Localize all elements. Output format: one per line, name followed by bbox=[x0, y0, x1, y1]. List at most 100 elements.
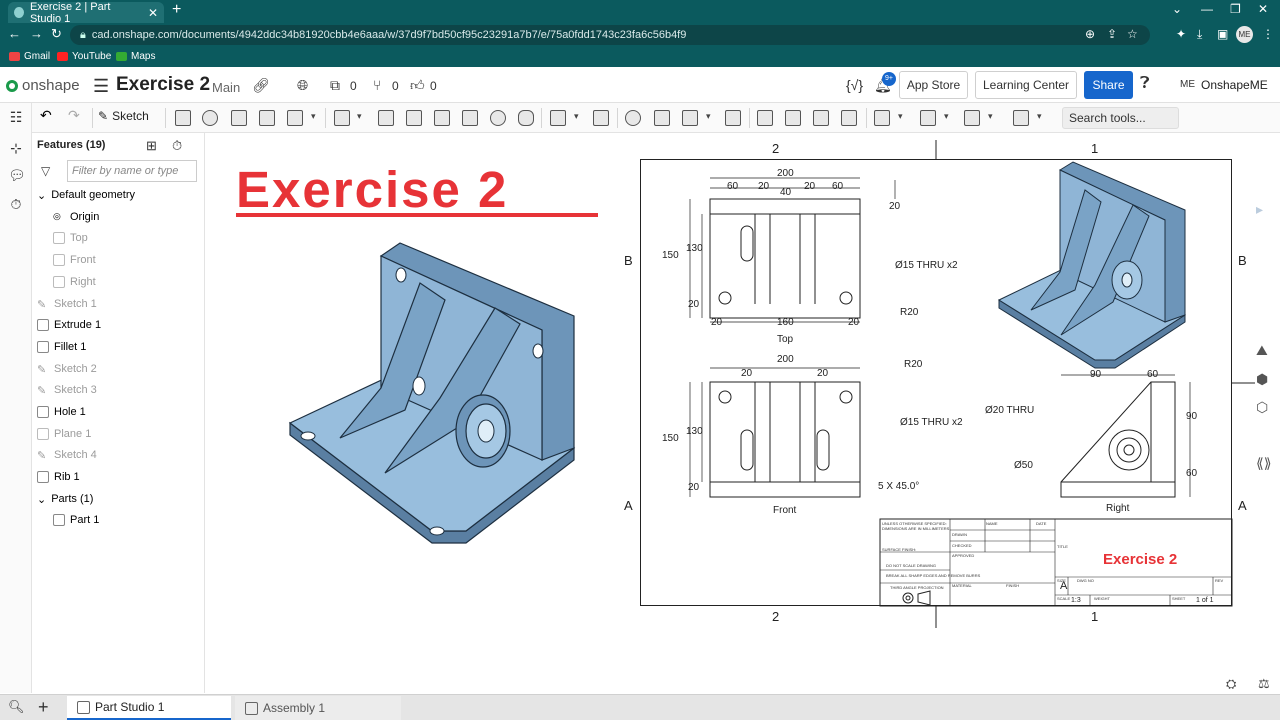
redo-icon[interactable]: ↷ bbox=[68, 107, 84, 123]
surface-icon[interactable] bbox=[964, 110, 980, 126]
fillet-icon[interactable] bbox=[334, 110, 350, 126]
thread-icon[interactable] bbox=[518, 110, 534, 126]
user-avatar[interactable]: ME bbox=[1180, 79, 1195, 90]
mirror-icon[interactable] bbox=[593, 110, 609, 126]
comments-icon[interactable]: 💬︎ bbox=[8, 167, 26, 183]
feature-item[interactable]: Extrude 1 bbox=[37, 315, 101, 335]
split-icon[interactable] bbox=[654, 110, 670, 126]
filter-icon[interactable]: ▽ bbox=[41, 164, 50, 178]
download-icon[interactable]: ⤓ bbox=[1197, 27, 1202, 42]
branches-icon[interactable]: ⑂ bbox=[373, 77, 381, 93]
bookmark-youtube[interactable]: YouTube bbox=[57, 51, 111, 62]
chevron-down-icon[interactable]: ▾ bbox=[898, 111, 903, 122]
plane-icon[interactable] bbox=[874, 110, 890, 126]
shell-icon[interactable] bbox=[462, 110, 478, 126]
rib-icon[interactable] bbox=[434, 110, 450, 126]
search-icon[interactable]: 🔍︎ bbox=[8, 699, 25, 715]
add-folder-icon[interactable]: ⊞ bbox=[146, 138, 157, 154]
reload-icon[interactable]: ↻ bbox=[51, 26, 62, 42]
mate-connector-icon[interactable] bbox=[920, 110, 936, 126]
transform-icon[interactable] bbox=[682, 110, 698, 126]
revolve-icon[interactable] bbox=[202, 110, 218, 126]
search-tools-input[interactable]: Search tools... altC bbox=[1062, 107, 1179, 145]
parts-group[interactable]: ⌄ Parts (1) bbox=[37, 489, 93, 509]
feature-item[interactable]: Hole 1 bbox=[37, 402, 86, 422]
extensions-icon[interactable]: ✦ bbox=[1176, 27, 1186, 41]
chevron-down-icon[interactable]: ⌄ bbox=[1172, 2, 1182, 16]
feature-item[interactable]: ✎ Sketch 2 bbox=[37, 359, 97, 379]
document-title[interactable]: Exercise 2 bbox=[116, 74, 210, 96]
versions-icon[interactable]: ⧉ bbox=[330, 77, 340, 94]
feature-item[interactable]: ◎ Origin bbox=[53, 207, 99, 227]
maximize-icon[interactable]: ❐ bbox=[1230, 2, 1241, 16]
part-item[interactable]: Part 1 bbox=[53, 510, 99, 530]
undo-icon[interactable]: ↶ bbox=[40, 107, 56, 123]
app-store-button[interactable]: App Store bbox=[899, 71, 968, 99]
zoom-icon[interactable]: ⊕ bbox=[1085, 27, 1095, 41]
feature-group[interactable]: ⌄ Default geometry bbox=[37, 185, 135, 205]
rollback-timer-icon[interactable]: ⏱︎ bbox=[172, 138, 182, 154]
chevron-down-icon[interactable]: ▾ bbox=[574, 111, 579, 122]
feature-item[interactable]: Right bbox=[53, 272, 96, 292]
pattern-icon[interactable] bbox=[550, 110, 566, 126]
onshape-logo[interactable]: onshape bbox=[5, 77, 80, 94]
chevron-down-icon[interactable]: ▾ bbox=[988, 111, 993, 122]
bookmark-star-icon[interactable]: ☆ bbox=[1127, 27, 1138, 41]
3d-model[interactable] bbox=[280, 238, 580, 553]
boolean-icon[interactable] bbox=[625, 110, 641, 126]
forward-icon[interactable]: → bbox=[30, 26, 43, 41]
bookmark-maps[interactable]: Maps bbox=[116, 51, 155, 62]
close-window-icon[interactable]: ✕ bbox=[1258, 2, 1268, 16]
chevron-down-icon[interactable]: ▾ bbox=[706, 111, 711, 122]
feature-item[interactable]: ✎ Sketch 3 bbox=[37, 380, 97, 400]
new-tab-icon[interactable]: + bbox=[172, 1, 181, 19]
chevron-down-icon[interactable]: ▾ bbox=[944, 111, 949, 122]
url-bar[interactable]: 🔒︎ cad.onshape.com/documents/4942ddc34b81… bbox=[70, 25, 1150, 45]
mass-properties-icon[interactable]: ⚖︎ bbox=[1258, 676, 1270, 692]
draft-icon[interactable] bbox=[406, 110, 422, 126]
appearance-icon[interactable]: ⬡ bbox=[1256, 399, 1268, 416]
feature-item[interactable]: Top bbox=[53, 228, 88, 248]
chamfer-icon[interactable] bbox=[378, 110, 394, 126]
link-icon[interactable]: 🔗︎ bbox=[252, 77, 270, 94]
share-page-icon[interactable]: ⇪ bbox=[1107, 27, 1117, 41]
feature-item[interactable]: Front bbox=[53, 250, 96, 270]
feature-filter-input[interactable]: Filter by name or type bbox=[67, 160, 197, 182]
feature-item[interactable]: ✎ Sketch 1 bbox=[37, 294, 97, 314]
hamburger-menu-icon[interactable]: ☰ bbox=[93, 76, 109, 97]
menu-kebab-icon[interactable]: ⋮ bbox=[1262, 27, 1274, 41]
chevron-down-icon[interactable]: ▾ bbox=[311, 111, 316, 122]
feature-list-icon[interactable]: ☷ bbox=[8, 109, 24, 125]
thicken-icon[interactable] bbox=[287, 110, 303, 126]
sweep-icon[interactable] bbox=[231, 110, 247, 126]
modify-fillet-icon[interactable] bbox=[757, 110, 773, 126]
minimize-icon[interactable]: — bbox=[1201, 2, 1213, 16]
view-cube-icon[interactable]: ⬢ bbox=[1256, 371, 1268, 388]
tab-assembly-1[interactable]: Assembly 1 bbox=[235, 696, 401, 720]
delete-part-icon[interactable] bbox=[725, 110, 741, 126]
profile-avatar[interactable]: ME bbox=[1236, 26, 1253, 43]
bookmark-gmail[interactable]: Gmail bbox=[9, 51, 50, 62]
history-icon[interactable]: ⏱︎ bbox=[8, 196, 24, 212]
add-feature-icon[interactable]: ⊹ bbox=[8, 140, 24, 156]
display-mode-icon[interactable]: ⛭ bbox=[1226, 676, 1236, 692]
feature-item[interactable]: ✎ Sketch 4 bbox=[37, 445, 97, 465]
help-icon[interactable]: ❓︎ bbox=[1140, 75, 1150, 93]
sketch-button[interactable]: ✎ Sketch bbox=[98, 109, 149, 123]
move-face-icon[interactable] bbox=[813, 110, 829, 126]
browser-tab[interactable]: Exercise 2 | Part Studio 1 ✕ bbox=[8, 1, 164, 25]
close-tab-icon[interactable]: ✕ bbox=[148, 6, 158, 20]
back-icon[interactable]: ← bbox=[8, 26, 21, 41]
hole-icon[interactable] bbox=[490, 110, 506, 126]
sheet-metal-icon[interactable] bbox=[1013, 110, 1029, 126]
globe-icon[interactable]: 🌐︎ bbox=[297, 77, 308, 94]
feature-item[interactable]: Plane 1 bbox=[37, 424, 91, 444]
chevron-down-icon[interactable]: ▾ bbox=[1037, 111, 1042, 122]
feature-item[interactable]: Rib 1 bbox=[37, 467, 80, 487]
like-icon[interactable]: 👍︎ bbox=[410, 77, 425, 94]
share-button[interactable]: Share bbox=[1084, 71, 1133, 99]
tab-part-studio-1[interactable]: Part Studio 1 bbox=[67, 696, 231, 720]
delete-face-icon[interactable] bbox=[785, 110, 801, 126]
extrude-icon[interactable] bbox=[175, 110, 191, 126]
learning-center-button[interactable]: Learning Center bbox=[975, 71, 1077, 99]
